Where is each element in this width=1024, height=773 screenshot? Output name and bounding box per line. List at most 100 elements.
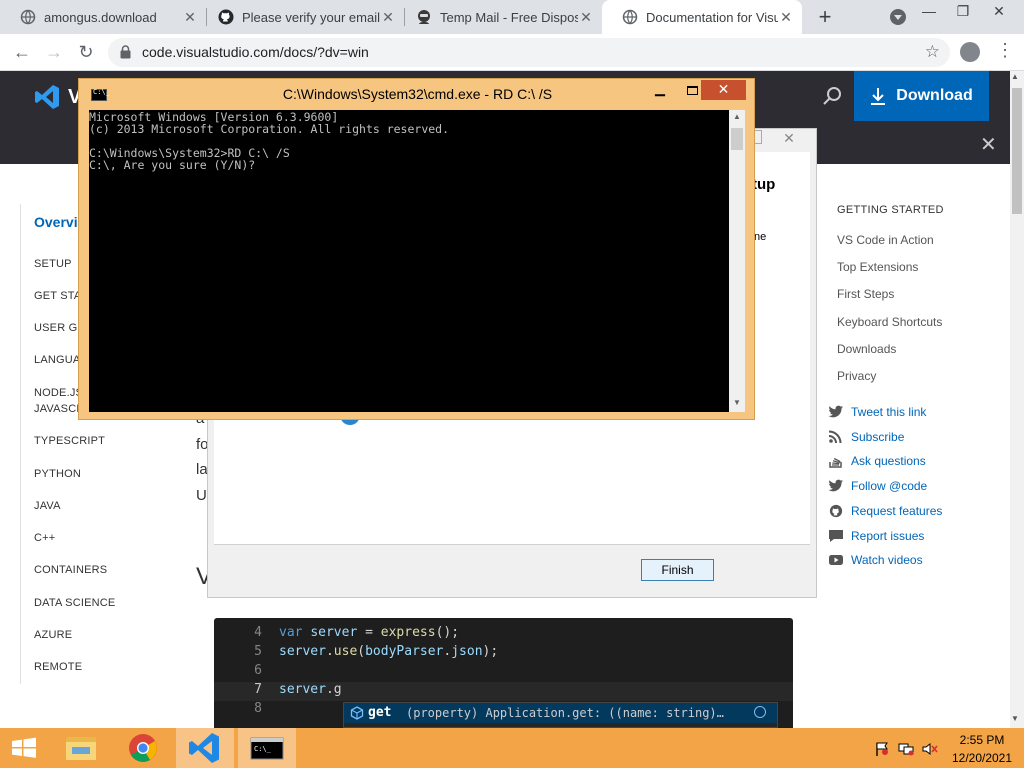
suggestion-row[interactable]: get (property) Application.get: ((name: … — [344, 703, 777, 723]
profile-avatar-icon[interactable] — [960, 42, 980, 62]
right-nav-item[interactable]: Downloads — [837, 342, 896, 356]
chrome-menu-icon[interactable]: ⋮ — [996, 40, 1014, 61]
watch-videos-link[interactable]: Watch videos — [828, 553, 923, 567]
nav-azure[interactable]: AZURE — [34, 629, 72, 641]
action-center-flag-icon[interactable] — [874, 742, 890, 756]
volume-muted-icon[interactable] — [922, 742, 938, 756]
nav-languages[interactable]: LANGUA — [34, 354, 80, 366]
nav-python[interactable]: PYTHON — [34, 468, 81, 480]
back-icon[interactable]: ← — [10, 40, 34, 64]
download-button[interactable]: Download — [854, 71, 989, 121]
code-text: server.use(bodyParser.json); — [279, 644, 499, 659]
cmd-icon: C:\_ — [250, 737, 284, 760]
restore-window-button[interactable]: ❐ — [946, 0, 980, 24]
network-icon[interactable] — [898, 742, 914, 756]
address-bar[interactable]: code.visualstudio.com/docs/?dv=win ☆ — [108, 38, 950, 67]
nav-typescript[interactable]: TYPESCRIPT — [34, 435, 105, 447]
close-tab-icon[interactable]: ✕ — [182, 9, 198, 26]
taskbar-chrome[interactable] — [114, 728, 172, 768]
right-nav-item[interactable]: Privacy — [837, 369, 876, 383]
stackoverflow-icon — [829, 457, 842, 468]
info-icon[interactable] — [754, 706, 766, 718]
cmd-window[interactable]: C:\_ C:\Windows\System32\cmd.exe - RD C:… — [78, 78, 755, 420]
lock-icon[interactable] — [120, 45, 131, 59]
line-number: 8 — [254, 701, 262, 716]
right-nav-item[interactable]: VS Code in Action — [837, 233, 934, 247]
nav-containers[interactable]: CONTAINERS — [34, 564, 107, 576]
code-line-current: 7 server.g — [214, 682, 793, 701]
nav-javascript[interactable]: JAVASCR — [34, 403, 85, 415]
scroll-down-arrow-icon[interactable]: ▼ — [1011, 714, 1019, 723]
setup-text: ne — [754, 231, 767, 243]
cmd-scrollbar[interactable]: ▲ ▼ — [729, 110, 745, 412]
tab-github-verify[interactable]: Please verify your email a ✕ — [198, 0, 404, 34]
close-tab-icon[interactable]: ✕ — [578, 9, 594, 26]
subscribe-link[interactable]: Subscribe — [828, 430, 904, 444]
scroll-up-arrow-icon[interactable]: ▲ — [733, 112, 741, 121]
request-features-link[interactable]: Request features — [828, 504, 942, 518]
nav-setup[interactable]: SETUP — [34, 258, 72, 270]
github-icon — [218, 9, 234, 25]
finish-button[interactable]: Finish — [641, 559, 714, 581]
link-label: Watch videos — [851, 553, 923, 567]
nav-remote[interactable]: REMOTE — [34, 661, 82, 673]
close-tab-icon[interactable]: ✕ — [778, 9, 794, 26]
windows-start-icon[interactable] — [0, 728, 48, 768]
nav-nodejs[interactable]: NODE.JS — [34, 387, 83, 399]
browser-tab-strip: amongus.download ✕ Please verify your em… — [0, 0, 1024, 34]
chrome-icon — [129, 734, 157, 762]
taskbar-file-explorer[interactable] — [52, 728, 110, 768]
scroll-down-arrow-icon[interactable]: ▼ — [733, 398, 741, 407]
tab-vscode-docs[interactable]: Documentation for Visua ✕ — [602, 0, 802, 34]
search-icon[interactable] — [822, 86, 842, 106]
setup-close-button[interactable]: ✕ — [770, 130, 808, 150]
ask-questions-link[interactable]: Ask questions — [828, 454, 926, 468]
taskbar-vscode[interactable] — [176, 728, 234, 768]
vscode-logo-icon[interactable] — [34, 84, 60, 110]
nav-overview[interactable]: Overvi — [34, 214, 78, 230]
cmd-title-bar[interactable]: C:\_ C:\Windows\System32\cmd.exe - RD C:… — [79, 79, 756, 109]
nav-get-started[interactable]: GET STA — [34, 290, 81, 302]
cmd-console[interactable]: Microsoft Windows [Version 6.3.9600] (c)… — [89, 110, 729, 412]
right-nav-heading: GETTING STARTED — [837, 204, 944, 216]
tweet-link[interactable]: Tweet this link — [828, 405, 926, 419]
right-nav-item[interactable]: First Steps — [837, 287, 894, 301]
taskbar-clock-date[interactable]: 12/20/2021 — [950, 751, 1014, 765]
reload-icon[interactable]: ↻ — [74, 40, 98, 64]
nav-java[interactable]: JAVA — [34, 500, 61, 512]
tab-label: Documentation for Visua — [646, 9, 778, 25]
tab-amongus[interactable]: amongus.download ✕ — [0, 0, 206, 34]
close-tab-icon[interactable]: ✕ — [380, 9, 396, 26]
cmd-minimize-button[interactable]: ▁ — [647, 81, 673, 101]
intellisense-popup[interactable]: get (property) Application.get: ((name: … — [343, 702, 778, 728]
cmd-scrollbar-thumb[interactable] — [731, 128, 743, 150]
code-line: 6 — [214, 663, 793, 682]
nav-cpp[interactable]: C++ — [34, 532, 55, 544]
forward-icon[interactable]: → — [42, 40, 66, 64]
follow-code-link[interactable]: Follow @code — [828, 479, 927, 493]
minimize-window-button[interactable]: — — [912, 0, 946, 24]
link-label: Tweet this link — [851, 405, 927, 419]
nav-data-science[interactable]: DATA SCIENCE — [34, 597, 115, 609]
globe-icon — [20, 9, 36, 25]
property-icon — [350, 706, 364, 720]
bookmark-star-icon[interactable]: ☆ — [925, 42, 940, 62]
url-text: code.visualstudio.com/docs/?dv=win — [142, 44, 369, 60]
body-text-fragment: U — [196, 487, 207, 504]
new-tab-button[interactable]: + — [812, 4, 838, 30]
tab-search-icon[interactable] — [890, 9, 906, 25]
close-window-button[interactable]: ✕ — [982, 0, 1016, 24]
cmd-close-button[interactable]: ✕ — [701, 80, 746, 100]
taskbar-clock-time[interactable]: 2:55 PM — [950, 733, 1014, 747]
tab-temp-mail[interactable]: Temp Mail - Free Dispos ✕ — [396, 0, 602, 34]
taskbar-cmd[interactable]: C:\_ — [238, 728, 296, 768]
right-nav-item[interactable]: Keyboard Shortcuts — [837, 315, 942, 329]
close-banner-icon[interactable]: ✕ — [980, 132, 997, 157]
report-issues-link[interactable]: Report issues — [828, 529, 924, 543]
scroll-up-arrow-icon[interactable]: ▲ — [1011, 72, 1019, 81]
tab-label: amongus.download — [44, 9, 157, 25]
page-scrollbar-thumb[interactable] — [1012, 88, 1022, 214]
body-text-fragment: la — [196, 461, 208, 478]
right-nav-item[interactable]: Top Extensions — [837, 260, 918, 274]
line-number: 6 — [254, 663, 262, 678]
